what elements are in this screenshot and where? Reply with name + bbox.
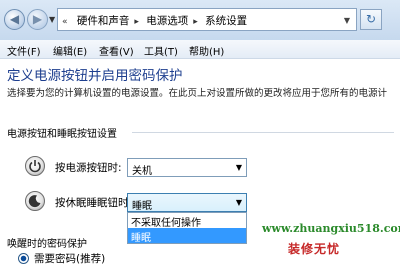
address-bar: ◀ ▶ ▼ « 硬件和声音 ▸ 电源选项 ▸ 系统设置 ▼ ↻	[0, 0, 400, 41]
menu-tools[interactable]: 工具(T)	[144, 43, 178, 58]
refresh-button[interactable]: ↻	[360, 9, 382, 30]
chevron-down-icon: ▼	[235, 163, 242, 172]
forward-button[interactable]: ▶	[27, 9, 48, 30]
page-title: 定义电源按钮并启用密码保护	[7, 68, 183, 84]
breadcrumb-separator-icon[interactable]: ▸	[193, 17, 198, 27]
menu-file[interactable]: 文件(F)	[7, 43, 41, 58]
refresh-icon: ↻	[365, 12, 377, 26]
page-description: 选择要为您的计算机设置的电源设置。在此页上对设置所做的更改将应用于您所有的电源计	[7, 88, 388, 99]
menu-bar: 文件(F) 编辑(E) 查看(V) 工具(T) 帮助(H)	[0, 40, 400, 59]
arrow-right-icon: ▶	[32, 12, 43, 26]
back-button[interactable]: ◀	[4, 9, 25, 30]
require-password-radio[interactable]	[18, 253, 29, 264]
section-title-buttons: 电源按钮和睡眠按钮设置	[7, 129, 117, 140]
breadcrumb[interactable]: « 硬件和声音 ▸ 电源选项 ▸ 系统设置 ▼	[57, 8, 357, 31]
section-divider	[132, 132, 394, 133]
menu-edit[interactable]: 编辑(E)	[53, 43, 87, 58]
dropdown-option-no-action[interactable]: 不采取任何操作	[128, 213, 246, 229]
breadcrumb-overflow-icon[interactable]: «	[62, 17, 68, 27]
breadcrumb-item-system-settings[interactable]: 系统设置	[205, 15, 247, 27]
breadcrumb-item-hardware-sound[interactable]: 硬件和声音	[77, 15, 130, 27]
chevron-down-icon: ▼	[235, 198, 242, 207]
address-dropdown-icon[interactable]: ▼	[344, 16, 350, 25]
breadcrumb-separator-icon[interactable]: ▸	[134, 17, 139, 27]
power-button-select[interactable]: 关机 ▼	[127, 158, 247, 177]
section-title-password: 唤醒时的密码保护	[7, 239, 87, 250]
sleep-button-icon	[25, 191, 45, 211]
menu-help[interactable]: 帮助(H)	[189, 43, 224, 58]
power-button-icon	[25, 156, 45, 176]
breadcrumb-item-power-options[interactable]: 电源选项	[146, 15, 188, 27]
sleep-button-dropdown: 不采取任何操作 睡眠	[127, 212, 247, 244]
watermark-text: 装修无忧	[288, 242, 341, 256]
menu-view[interactable]: 查看(V)	[99, 43, 134, 58]
dropdown-option-sleep[interactable]: 睡眠	[128, 228, 246, 244]
sleep-button-label: 按休眠睡眠钮时:	[55, 197, 133, 209]
arrow-left-icon: ◀	[9, 12, 20, 26]
sleep-button-value: 睡眠	[132, 201, 152, 212]
watermark-url: www.zhuangxiu518.com	[262, 222, 400, 235]
history-dropdown-icon[interactable]: ▼	[49, 15, 55, 24]
power-button-label: 按电源按钮时:	[55, 162, 122, 174]
sleep-button-select[interactable]: 睡眠 ▼	[127, 193, 247, 212]
power-button-value: 关机	[132, 166, 152, 177]
